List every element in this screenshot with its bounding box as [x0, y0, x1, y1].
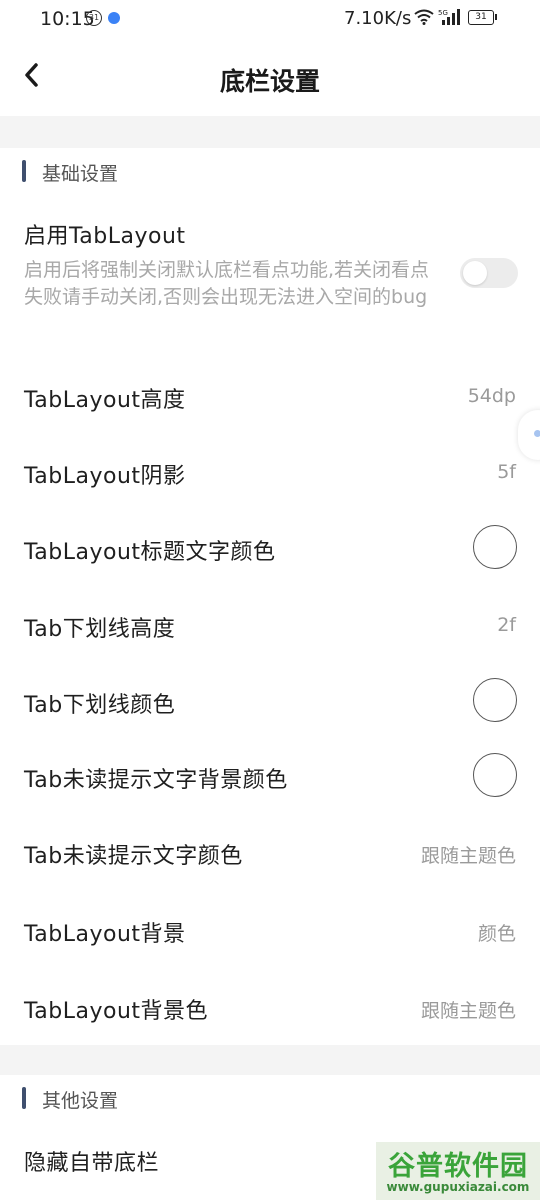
color-swatch[interactable] [473, 525, 517, 569]
handle-dot-icon [534, 430, 540, 437]
setting-label: Tab下划线颜色 [24, 693, 176, 718]
setting-tab-underline-height[interactable]: Tab下划线高度 2f [0, 587, 540, 663]
setting-label: Tab下划线高度 [24, 617, 176, 642]
setting-value: 跟随主题色 [420, 845, 516, 867]
setting-value: 2f [497, 614, 516, 636]
divider [0, 116, 540, 148]
svg-text:5G: 5G [438, 9, 448, 17]
watermark-url: www.gupuxiazai.com [386, 1180, 530, 1194]
setting-label: 隐藏自带底栏 [24, 1151, 160, 1176]
setting-value: 颜色 [477, 923, 516, 945]
setting-tablayout-shadow[interactable]: TabLayout阴影 5f [0, 434, 540, 510]
setting-label: TabLayout背景色 [24, 999, 209, 1024]
setting-tab-unread-text-color[interactable]: Tab未读提示文字颜色 跟随主题色 [0, 814, 540, 890]
battery-icon: 31 [468, 10, 497, 25]
color-swatch[interactable] [473, 678, 517, 722]
setting-tab-unread-bg-color[interactable]: Tab未读提示文字背景颜色 [0, 738, 540, 814]
enable-tablayout-toggle[interactable] [460, 258, 518, 288]
setting-tablayout-background[interactable]: TabLayout背景 颜色 [0, 892, 540, 968]
setting-label: 启用TabLayout [24, 224, 186, 249]
network-speed: 7.10K/s [344, 8, 412, 29]
setting-label: TabLayout高度 [24, 388, 186, 413]
status-bar: 10:15 31 7.10K/s 5G 31 [0, 0, 540, 38]
setting-enable-tablayout[interactable]: 启用TabLayout 启用后将强制关闭默认底栏看点功能,若关闭看点失败请手动关… [0, 204, 540, 344]
setting-tablayout-title-color[interactable]: TabLayout标题文字颜色 [0, 510, 540, 586]
setting-label: TabLayout背景 [24, 922, 186, 947]
section-accent-bar [22, 1087, 26, 1109]
watermark-logo: 谷普软件园 [388, 1151, 528, 1182]
setting-tablayout-bg-color[interactable]: TabLayout背景色 跟随主题色 [0, 969, 540, 1045]
section-title: 其他设置 [42, 1090, 119, 1112]
section-accent-bar [22, 160, 26, 182]
app-notification-icon [108, 12, 120, 24]
setting-label: Tab未读提示文字颜色 [24, 844, 243, 869]
wifi-icon [414, 9, 434, 25]
setting-value: 54dp [467, 385, 516, 407]
setting-label: TabLayout阴影 [24, 464, 186, 489]
setting-tablayout-height[interactable]: TabLayout高度 54dp [0, 358, 540, 434]
notification-badge-icon: 31 [86, 10, 102, 26]
section-header-basic: 基础设置 [0, 148, 540, 194]
setting-tab-underline-color[interactable]: Tab下划线颜色 [0, 663, 540, 739]
setting-value: 跟随主题色 [420, 1000, 516, 1022]
setting-description: 启用后将强制关闭默认底栏看点功能,若关闭看点失败请手动关闭,否则会出现无法进入空… [24, 259, 430, 308]
setting-label: Tab未读提示文字背景颜色 [24, 768, 288, 793]
section-title: 基础设置 [42, 163, 119, 185]
watermark: 谷普软件园 www.gupuxiazai.com [376, 1142, 540, 1200]
section-header-other: 其他设置 [0, 1075, 540, 1121]
divider [0, 1045, 540, 1075]
setting-value: 5f [497, 461, 516, 483]
page-title: 底栏设置 [219, 67, 320, 96]
color-swatch[interactable] [473, 753, 517, 797]
setting-label: TabLayout标题文字颜色 [24, 540, 276, 565]
signal-icon: 5G [438, 9, 460, 25]
toggle-knob [463, 261, 487, 285]
app-header: 底栏设置 [0, 38, 540, 116]
